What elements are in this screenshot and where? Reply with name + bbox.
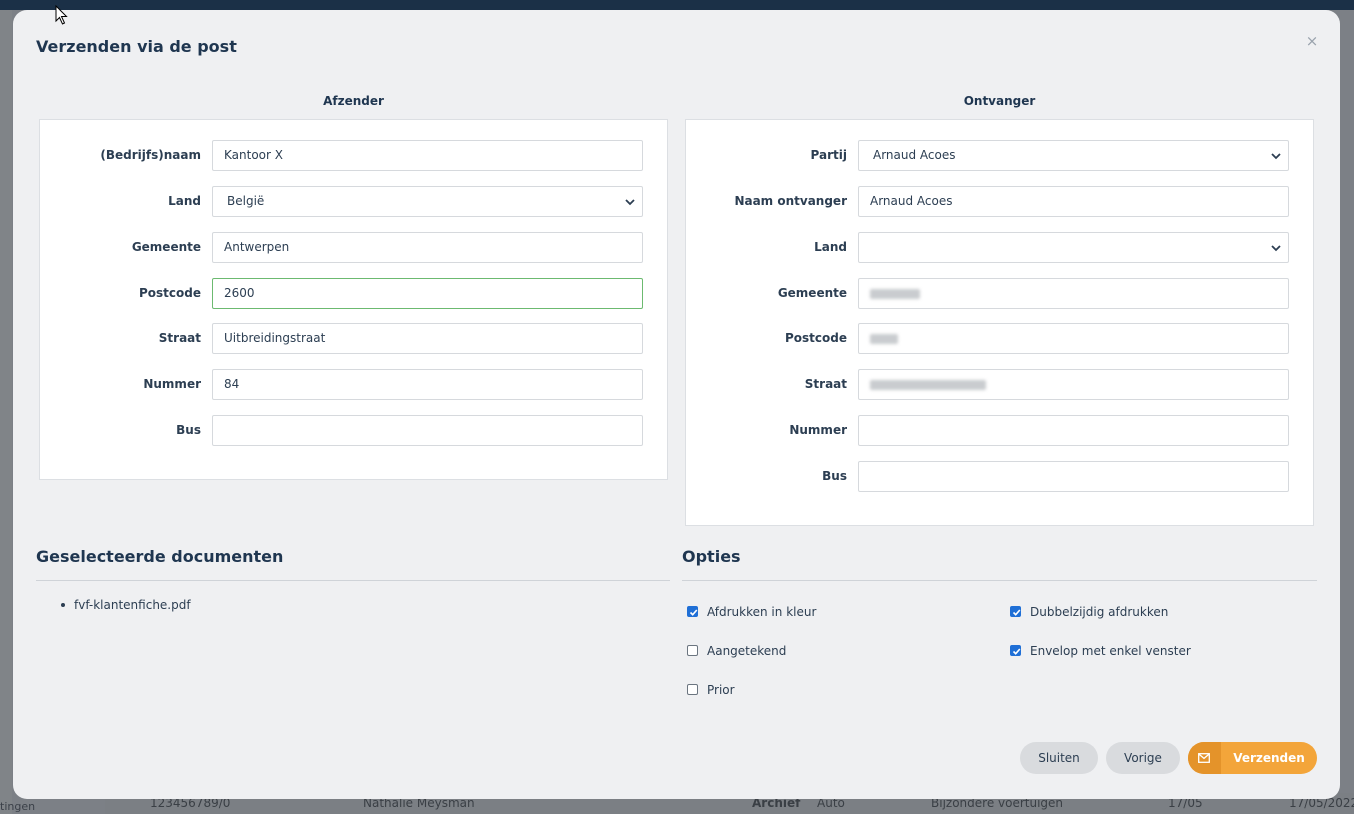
background-topbar <box>0 0 1354 10</box>
field-label: Nummer <box>789 423 847 437</box>
recipient-postcode-input[interactable] <box>858 323 1289 354</box>
recipient-city-input[interactable] <box>858 278 1289 309</box>
sender-city-input[interactable]: Antwerpen <box>212 232 643 263</box>
recipient-row-number: Nummer <box>686 415 1313 446</box>
recipient-panel: Partij Arnaud Acoes Naam ontvanger Arnau… <box>685 119 1314 526</box>
chevron-down-icon <box>1271 153 1281 160</box>
sender-row-number: Nummer 84 <box>40 369 667 400</box>
field-label: Postcode <box>138 286 201 300</box>
option-label: Aangetekend <box>707 644 787 658</box>
select-value: Arnaud Acoes <box>873 148 956 162</box>
chevron-down-icon <box>1271 245 1281 252</box>
sender-row-bus: Bus <box>40 415 667 446</box>
sender-number-input[interactable]: 84 <box>212 369 643 400</box>
field-label: Postcode <box>784 331 847 345</box>
options-divider <box>682 580 1317 581</box>
previous-button[interactable]: Vorige <box>1106 742 1180 774</box>
redacted-text <box>870 288 920 299</box>
recipient-bus-input[interactable] <box>858 461 1289 492</box>
background-sidebar-fragment: tingen <box>0 800 36 813</box>
sender-row-street: Straat Uitbreidingstraat <box>40 323 667 354</box>
sender-panel: (Bedrijfs)naam Kantoor X Land België Gem… <box>39 119 668 480</box>
recipient-number-input[interactable] <box>858 415 1289 446</box>
mouse-cursor-icon <box>55 5 68 25</box>
recipient-row-city: Gemeente <box>686 278 1313 309</box>
checkbox-unchecked[interactable] <box>687 684 698 695</box>
recipient-party-select[interactable]: Arnaud Acoes <box>858 140 1289 171</box>
documents-title: Geselecteerde documenten <box>36 547 284 566</box>
field-label: Land <box>814 240 847 254</box>
checkbox-checked[interactable] <box>1010 606 1021 617</box>
list-bullet <box>61 603 65 607</box>
field-label: Partij <box>810 148 847 162</box>
document-item[interactable]: fvf-klantenfiche.pdf <box>74 598 191 612</box>
field-label: Gemeente <box>131 240 201 254</box>
recipient-row-name: Naam ontvanger Arnaud Acoes <box>686 186 1313 217</box>
documents-divider <box>36 580 670 581</box>
field-label: Naam ontvanger <box>734 194 847 208</box>
field-label: Straat <box>804 377 847 391</box>
field-label: Nummer <box>143 377 201 391</box>
recipient-row-country: Land <box>686 232 1313 263</box>
close-button[interactable]: Sluiten <box>1020 742 1098 774</box>
recipient-row-bus: Bus <box>686 461 1313 492</box>
recipient-row-party: Partij Arnaud Acoes <box>686 140 1313 171</box>
options-title: Opties <box>682 547 741 566</box>
recipient-street-input[interactable] <box>858 369 1289 400</box>
envelope-icon <box>1188 742 1221 774</box>
sender-street-input[interactable]: Uitbreidingstraat <box>212 323 643 354</box>
field-label: Land <box>168 194 201 208</box>
sender-row-postcode: Postcode 2600 <box>40 278 667 309</box>
send-button[interactable]: Verzenden <box>1188 742 1317 774</box>
redacted-text <box>870 379 986 390</box>
option-label: Prior <box>707 683 735 697</box>
option-label: Dubbelzijdig afdrukken <box>1030 605 1169 619</box>
field-label: Gemeente <box>777 286 847 300</box>
sender-row-name: (Bedrijfs)naam Kantoor X <box>40 140 667 171</box>
sender-postcode-input[interactable]: 2600 <box>212 278 643 309</box>
redacted-text <box>870 333 898 344</box>
field-label: Bus <box>822 469 847 483</box>
checkbox-checked[interactable] <box>1010 645 1021 656</box>
recipient-country-select[interactable] <box>858 232 1289 263</box>
select-value: België <box>227 194 265 208</box>
sender-bus-input[interactable] <box>212 415 643 446</box>
chevron-down-icon <box>625 199 635 206</box>
send-button-label: Verzenden <box>1233 751 1305 765</box>
checkbox-unchecked[interactable] <box>687 645 698 656</box>
close-icon[interactable]: × <box>1305 33 1319 49</box>
sender-heading: Afzender <box>323 94 384 108</box>
recipient-heading: Ontvanger <box>963 94 1036 108</box>
sender-name-input[interactable]: Kantoor X <box>212 140 643 171</box>
option-label: Afdrukken in kleur <box>707 605 817 619</box>
recipient-name-input[interactable]: Arnaud Acoes <box>858 186 1289 217</box>
background-sidebar: tingen <box>0 10 35 814</box>
recipient-row-postcode: Postcode <box>686 323 1313 354</box>
checkbox-checked[interactable] <box>687 606 698 617</box>
document-list: fvf-klantenfiche.pdf <box>61 598 191 612</box>
sender-row-city: Gemeente Antwerpen <box>40 232 667 263</box>
send-by-post-modal: Verzenden via de post × Afzender (Bedrij… <box>13 10 1340 799</box>
recipient-row-street: Straat <box>686 369 1313 400</box>
field-label: Bus <box>176 423 201 437</box>
sender-country-select[interactable]: België <box>212 186 643 217</box>
option-label: Envelop met enkel venster <box>1030 644 1191 658</box>
field-label: (Bedrijfs)naam <box>100 148 201 162</box>
field-label: Straat <box>158 331 201 345</box>
modal-title: Verzenden via de post <box>36 37 237 56</box>
sender-row-country: Land België <box>40 186 667 217</box>
